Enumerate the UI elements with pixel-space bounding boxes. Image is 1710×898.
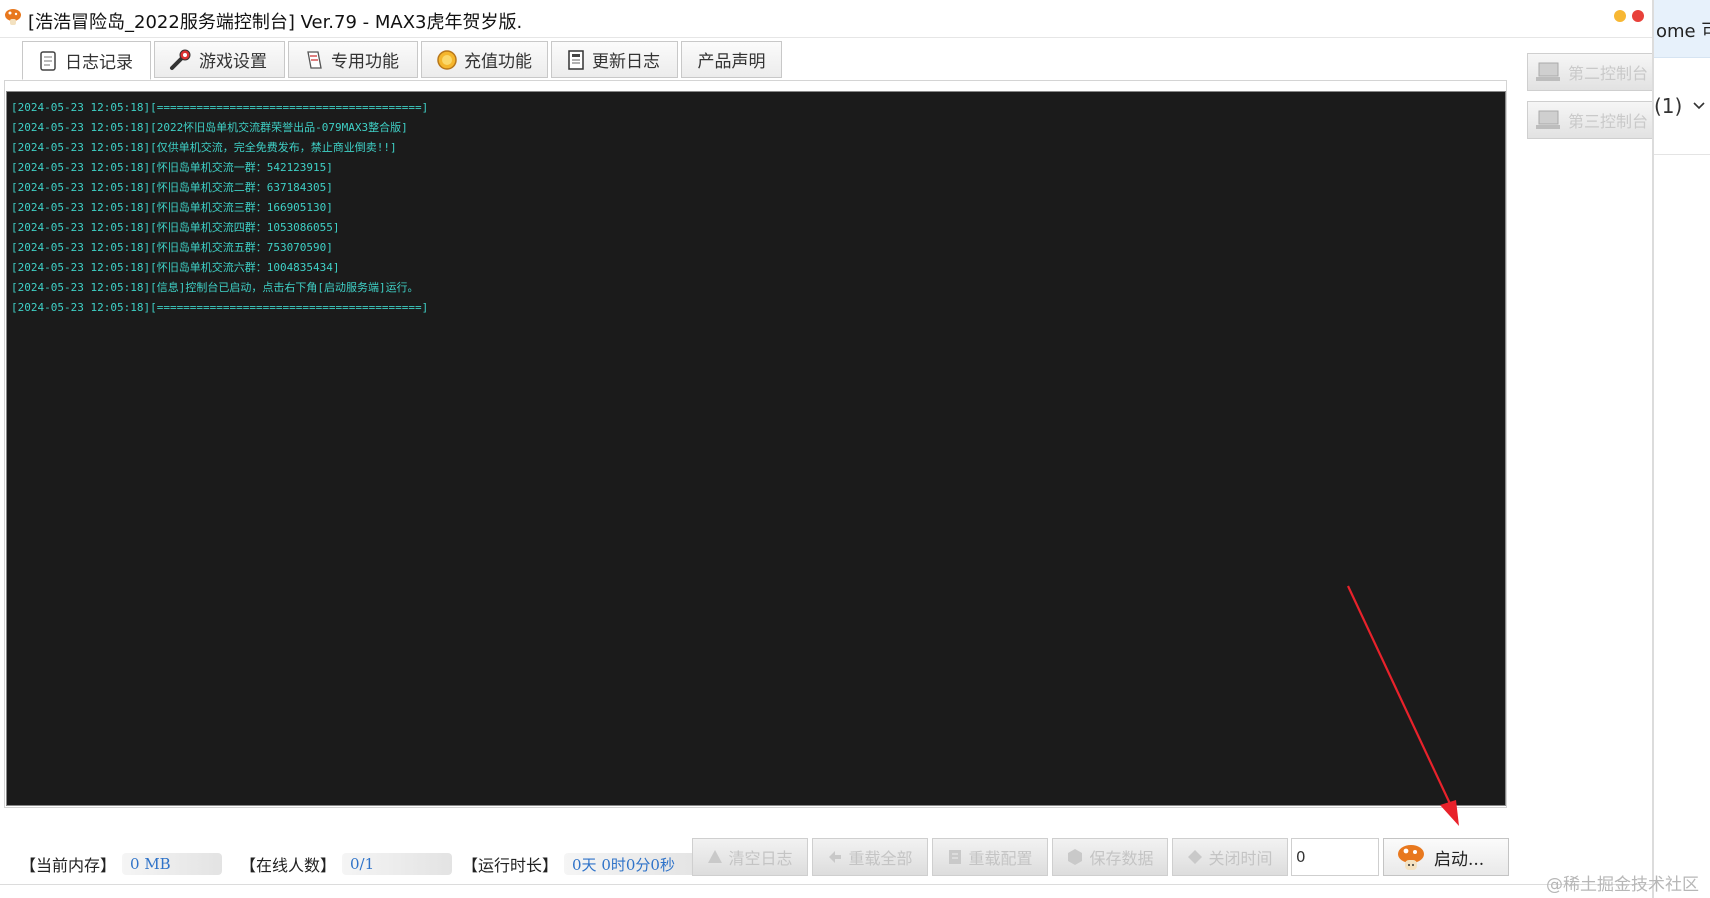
tab-special-functions[interactable]: 专用功能 — [288, 41, 418, 78]
tab-label: 专用功能 — [331, 52, 399, 72]
memory-value: 0 MB — [122, 853, 223, 875]
close-time-input[interactable] — [1291, 838, 1379, 876]
tab-game-settings[interactable]: 游戏设置 — [154, 41, 285, 78]
reload-all-button[interactable]: 重载全部 — [812, 838, 928, 876]
tab-update-log[interactable]: 更新日志 — [551, 41, 678, 78]
online-value: 0/1 — [342, 853, 453, 875]
online-label: 【在线人数】 — [240, 856, 337, 875]
start-server-button[interactable]: 启动... — [1383, 838, 1509, 876]
clear-log-button[interactable]: 清空日志 — [692, 838, 808, 876]
log-line: [2024-05-23 12:05:18][怀旧岛单机交流二群：63718430… — [11, 181, 333, 194]
uptime-status: 【运行时长】 0天 0时0分0秒 — [462, 851, 705, 877]
tab-label: 产品声明 — [697, 52, 766, 72]
computer-icon — [1536, 110, 1560, 129]
side-button-label: 第三控制台 — [1568, 112, 1649, 131]
memory-status: 【当前内存】 0 MB — [20, 851, 223, 877]
scroll-icon — [307, 50, 322, 69]
memory-label: 【当前内存】 — [20, 856, 117, 875]
wrench-icon — [170, 49, 191, 70]
second-console-button[interactable]: 第二控制台 — [1527, 53, 1653, 91]
minimize-button[interactable] — [1614, 10, 1626, 22]
log-line: [2024-05-23 12:05:18][仅供单机交流，完全免费发布，禁止商业… — [11, 141, 397, 154]
log-line: [2024-05-23 12:05:18][怀旧岛单机交流六群：10048354… — [11, 261, 340, 274]
online-status: 【在线人数】 0/1 — [240, 851, 453, 877]
save-data-button[interactable]: 保存数据 — [1052, 838, 1168, 876]
log-line: [2024-05-23 12:05:18][怀旧岛单机交流五群：75307059… — [11, 241, 333, 254]
window-title: [浩浩冒险岛_2022服务端控制台] Ver.79 - MAX3虎年贺岁版. — [28, 12, 523, 33]
log-line: [2024-05-23 12:05:18][怀旧岛单机交流三群：16690513… — [11, 201, 333, 214]
mushroom-icon — [1398, 845, 1424, 870]
side-button-label: 第二控制台 — [1568, 64, 1649, 83]
diamond-icon — [1188, 850, 1203, 864]
overlay-panel: ome 可 (1) — [1652, 0, 1710, 898]
uptime-label: 【运行时长】 — [462, 856, 559, 875]
tab-recharge[interactable]: 充值功能 — [421, 41, 548, 78]
tab-label: 日志记录 — [65, 53, 133, 73]
reload-config-button[interactable]: 重载配置 — [932, 838, 1048, 876]
start-button-label: 启动... — [1434, 849, 1485, 870]
third-console-button[interactable]: 第三控制台 — [1527, 101, 1653, 139]
overlay-count: (1) — [1654, 94, 1683, 118]
button-label: 清空日志 — [728, 849, 793, 868]
uptime-value: 0天 0时0分0秒 — [564, 853, 705, 875]
log-line: [2024-05-23 12:05:18][信息]控制台已启动，点击右下角[启动… — [11, 281, 419, 294]
close-time-button[interactable]: 关闭时间 — [1172, 838, 1288, 876]
warning-triangle-icon — [708, 850, 723, 863]
tab-label: 充值功能 — [464, 52, 532, 72]
tab-label: 更新日志 — [592, 52, 660, 72]
divider — [1654, 154, 1710, 155]
button-label: 保存数据 — [1089, 849, 1154, 868]
log-line: [2024-05-23 12:05:18][怀旧岛单机交流四群：10530860… — [11, 221, 340, 234]
coin-icon — [437, 49, 457, 70]
computer-icon — [1536, 62, 1560, 81]
bottom-divider — [0, 884, 1652, 885]
log-line: [2024-05-23 12:05:18][怀旧岛单机交流一群：54212391… — [11, 161, 333, 174]
close-button[interactable] — [1632, 10, 1644, 22]
button-label: 重载配置 — [968, 849, 1033, 868]
title-bar: [浩浩冒险岛_2022服务端控制台] Ver.79 - MAX3虎年贺岁版. — [0, 0, 1652, 38]
tab-log[interactable]: 日志记录 — [22, 41, 151, 80]
overlay-banner: ome 可 — [1654, 0, 1710, 58]
tab-product-statement[interactable]: 产品声明 — [681, 41, 782, 78]
notebook-icon — [40, 50, 56, 71]
chevron-down-icon[interactable] — [1692, 101, 1706, 111]
reload-icon — [829, 851, 842, 863]
log-line: [2024-05-23 12:05:18][==================… — [11, 301, 429, 314]
save-icon — [1068, 849, 1083, 865]
log-line: [2024-05-23 12:05:18][==================… — [11, 101, 429, 114]
document-icon — [568, 49, 584, 70]
tab-label: 游戏设置 — [199, 52, 267, 72]
log-line: [2024-05-23 12:05:18][2022怀旧岛单机交流群荣誉出品-0… — [11, 121, 408, 134]
mushroom-app-icon — [5, 9, 21, 25]
log-console[interactable]: [2024-05-23 12:05:18][==================… — [6, 91, 1506, 806]
config-icon — [949, 850, 962, 864]
button-label: 关闭时间 — [1208, 849, 1273, 868]
watermark: @稀土掘金技术社区 — [1546, 875, 1699, 895]
main-tabs: 日志记录 游戏设置 专用功能 充值功能 更新日志 产品声明 — [22, 41, 785, 80]
overlay-banner-text: ome 可 — [1656, 21, 1710, 42]
button-label: 重载全部 — [848, 849, 913, 868]
